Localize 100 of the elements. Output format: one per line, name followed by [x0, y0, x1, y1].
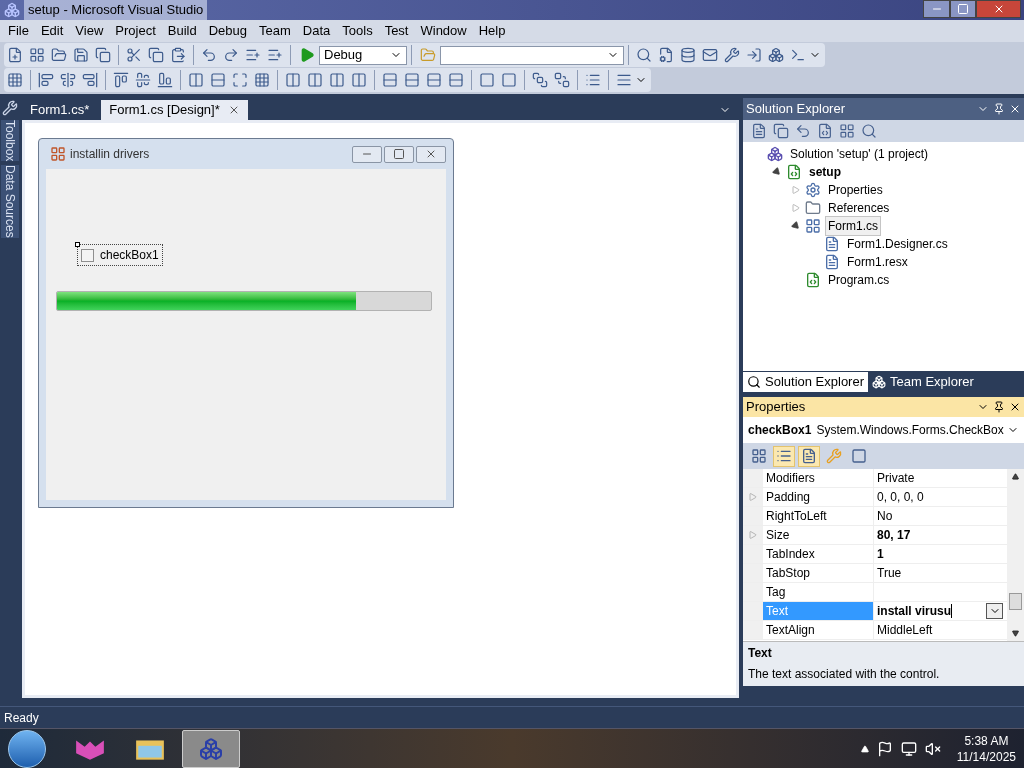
menu-item[interactable]: Window — [414, 21, 473, 41]
resize-handle[interactable] — [75, 242, 80, 247]
tree-item[interactable]: Program.cs — [825, 270, 893, 290]
properties-button[interactable] — [798, 445, 820, 467]
maximize-button[interactable] — [950, 0, 976, 18]
pin-icon[interactable] — [993, 103, 1005, 115]
taskbar-app-icon[interactable] — [182, 729, 240, 768]
scroll-down-icon[interactable] — [1012, 630, 1019, 637]
minimize-button[interactable] — [923, 0, 950, 18]
property-name[interactable]: RightToLeft — [763, 507, 874, 525]
view-code-icon[interactable] — [817, 123, 833, 139]
bring-front-icon[interactable] — [532, 72, 548, 88]
side-tab[interactable]: Data Sources — [1, 165, 19, 239]
checkbox[interactable] — [81, 248, 94, 262]
tree-item[interactable]: setup — [806, 162, 844, 182]
start-button[interactable] — [8, 729, 46, 768]
spacing-icon[interactable] — [285, 72, 301, 88]
close-icon[interactable] — [1009, 401, 1021, 413]
tree-item[interactable]: References — [825, 198, 893, 218]
panel-tab[interactable]: Solution Explorer — [743, 372, 868, 392]
redo-icon[interactable] — [223, 47, 239, 63]
undo-icon[interactable] — [201, 47, 217, 63]
menu-item[interactable]: Build — [161, 21, 203, 41]
property-value-field[interactable]: install virusu — [877, 602, 952, 620]
side-tab[interactable]: Toolbox — [1, 120, 19, 162]
document-tab[interactable]: Form1.cs [Design]* — [101, 100, 248, 120]
search-icon[interactable] — [636, 47, 652, 63]
wrench-icon[interactable] — [724, 47, 740, 63]
tree-item[interactable]: Form1.Designer.cs — [844, 234, 951, 254]
menu-item[interactable]: Team — [253, 21, 297, 41]
close-icon[interactable] — [1009, 103, 1021, 115]
volume-muted-icon[interactable] — [924, 740, 941, 757]
search-combo-field[interactable] — [440, 45, 624, 65]
menu-item[interactable]: Project — [109, 21, 162, 41]
network-icon[interactable] — [900, 740, 917, 757]
show-hidden-icon[interactable] — [860, 744, 869, 753]
property-name[interactable]: Tag — [763, 583, 874, 601]
list-icon[interactable] — [267, 47, 283, 63]
close-button[interactable] — [416, 145, 446, 163]
maximize-button[interactable] — [384, 145, 414, 163]
menu-item[interactable]: Data — [296, 21, 337, 41]
align-middle-icon[interactable] — [135, 72, 151, 88]
paste-icon[interactable] — [170, 47, 186, 63]
expanded-arrow-icon[interactable] — [771, 166, 783, 178]
align-right-icon[interactable] — [82, 72, 98, 88]
play-icon[interactable] — [299, 47, 315, 63]
tab-order-icon[interactable] — [585, 72, 601, 88]
grid-icon[interactable] — [7, 72, 23, 88]
same-height-icon[interactable] — [210, 72, 226, 88]
clock-time[interactable]: 5:38 AM — [964, 732, 1009, 749]
scroll-up-icon[interactable] — [1012, 473, 1019, 480]
file-settings-icon[interactable] — [658, 47, 674, 63]
object-selector[interactable]: checkBox1 System.Windows.Forms.CheckBox — [743, 417, 1024, 443]
align-center-icon[interactable] — [60, 72, 76, 88]
boxes-icon[interactable] — [768, 47, 784, 63]
send-back-icon[interactable] — [554, 72, 570, 88]
spacing-icon[interactable] — [448, 72, 464, 88]
list-icon[interactable] — [245, 47, 261, 63]
menu-item[interactable]: View — [69, 21, 110, 41]
scissors-icon[interactable] — [126, 47, 142, 63]
property-name[interactable]: Modifiers — [763, 469, 874, 487]
menu-item[interactable]: Test — [378, 21, 415, 41]
tree-item[interactable]: Properties — [825, 180, 886, 200]
tree-item[interactable]: Form1.cs — [825, 216, 881, 236]
same-size-icon[interactable] — [232, 72, 248, 88]
lines-icon[interactable] — [616, 72, 632, 88]
property-name[interactable]: TextAlign — [763, 621, 874, 639]
align-left-icon[interactable] — [38, 72, 54, 88]
scroll-thumb[interactable] — [1009, 593, 1022, 610]
database-icon[interactable] — [680, 47, 696, 63]
spacing-icon[interactable] — [426, 72, 442, 88]
expanded-arrow-icon[interactable] — [790, 220, 802, 232]
properties-icon[interactable] — [751, 123, 767, 139]
flag-icon[interactable] — [876, 740, 893, 757]
property-name[interactable]: TabStop — [763, 564, 874, 582]
property-name[interactable]: Padding — [763, 488, 874, 506]
folder-icon[interactable] — [51, 47, 67, 63]
menu-item[interactable]: Edit — [34, 21, 70, 41]
align-top-icon[interactable] — [113, 72, 129, 88]
spacing-icon[interactable] — [329, 72, 345, 88]
document-tab[interactable]: Form1.cs* — [22, 100, 98, 120]
panel-tab[interactable]: Team Explorer — [868, 372, 978, 392]
configuration-dropdown[interactable]: Debug — [319, 45, 407, 65]
tree-item[interactable]: Solution 'setup' (1 project) — [787, 144, 931, 164]
view-designer-icon[interactable] — [839, 123, 855, 139]
spacing-icon[interactable] — [307, 72, 323, 88]
terminal-icon[interactable] — [790, 47, 806, 63]
same-width-icon[interactable] — [188, 72, 204, 88]
enter-icon[interactable] — [746, 47, 762, 63]
menu-item[interactable]: Debug — [202, 21, 253, 41]
align-bottom-icon[interactable] — [157, 72, 173, 88]
menu-item[interactable]: Tools — [336, 21, 379, 41]
property-name[interactable]: Size — [763, 526, 874, 544]
snap-grid-icon[interactable] — [254, 72, 270, 88]
property-name[interactable]: TabIndex — [763, 545, 874, 563]
tree-item[interactable]: Form1.resx — [844, 252, 911, 272]
spacing-icon[interactable] — [404, 72, 420, 88]
spacing-icon[interactable] — [351, 72, 367, 88]
checkbox-control[interactable]: checkBox1 — [77, 244, 163, 266]
menu-item[interactable]: File — [2, 21, 35, 41]
